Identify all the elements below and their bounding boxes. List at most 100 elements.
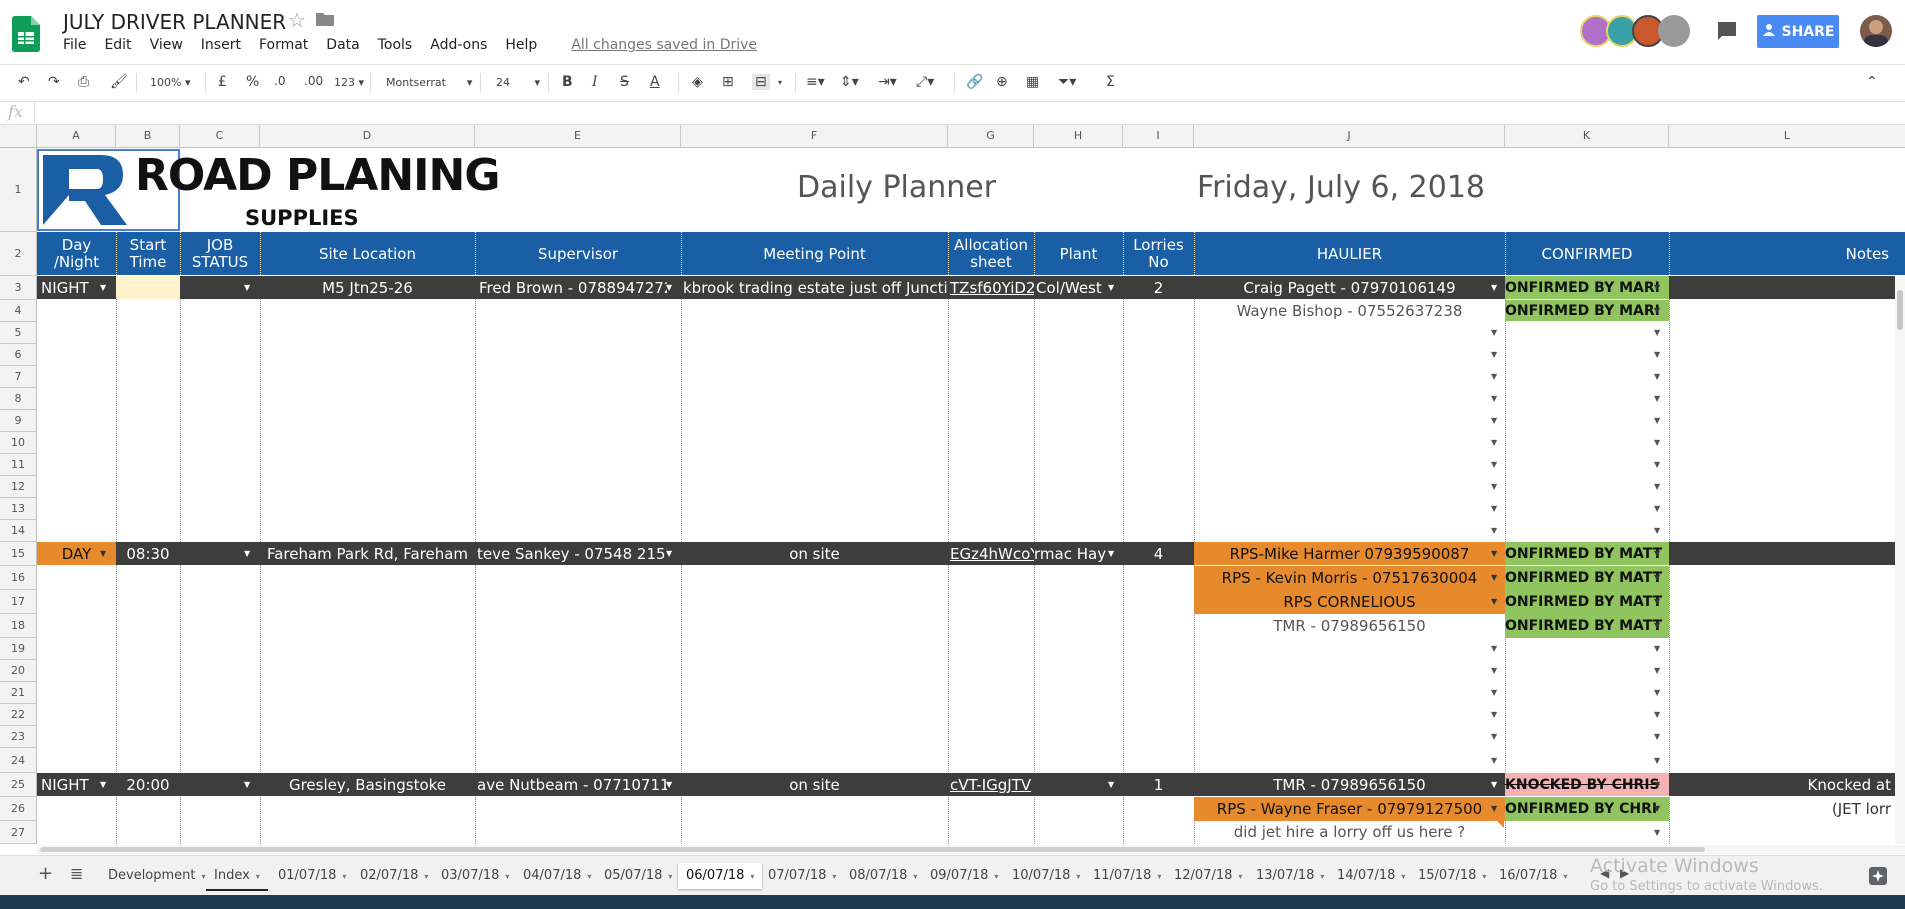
menu-view[interactable]: View bbox=[150, 37, 183, 53]
share-button[interactable]: SHARE bbox=[1757, 15, 1839, 48]
row-header[interactable]: 17 bbox=[0, 590, 37, 614]
meeting-point-cell[interactable]: kbrook trading estate just off Junction bbox=[681, 276, 948, 299]
bold-icon[interactable]: B bbox=[562, 74, 573, 90]
supervisor-select[interactable]: teve Sankey - 07548 21579 bbox=[475, 542, 667, 565]
start-time-cell[interactable]: 08:30 bbox=[116, 542, 180, 565]
column-header[interactable]: B bbox=[116, 125, 180, 147]
row-header[interactable]: 5 bbox=[0, 322, 37, 344]
row-header[interactable]: 8 bbox=[0, 388, 37, 410]
increase-decimal-button[interactable]: .00 bbox=[304, 74, 323, 88]
menu-help[interactable]: Help bbox=[505, 37, 537, 53]
fill-color-icon[interactable]: ◈ bbox=[692, 74, 703, 90]
font-family-select[interactable]: Montserrat ▾ bbox=[386, 76, 472, 89]
save-status[interactable]: All changes saved in Drive bbox=[571, 37, 757, 53]
sheet-tab[interactable]: 05/07/18 ▾ bbox=[596, 863, 680, 889]
menu-edit[interactable]: Edit bbox=[104, 37, 131, 53]
column-header[interactable]: A bbox=[37, 125, 116, 147]
confirmed-select[interactable]: KNOCKED BY CHRIS bbox=[1505, 773, 1669, 796]
decrease-decimal-button[interactable]: .0 bbox=[274, 74, 285, 88]
allocation-sheet-link[interactable]: TZsf60YiD2 bbox=[948, 276, 1034, 299]
meeting-point-cell[interactable]: on site bbox=[681, 773, 948, 796]
plant-select[interactable] bbox=[1034, 773, 1108, 796]
row-header[interactable]: 14 bbox=[0, 520, 37, 542]
sheet-tab[interactable]: Index ▾ bbox=[206, 863, 268, 891]
menu-insert[interactable]: Insert bbox=[201, 37, 241, 53]
haulier-select[interactable]: Craig Pagett - 07970106149 bbox=[1194, 276, 1505, 299]
text-rotate-icon[interactable]: ⤢▾ bbox=[916, 74, 934, 90]
column-header[interactable]: C bbox=[180, 125, 260, 147]
confirmed-select[interactable]: ONFIRMED BY MATT bbox=[1505, 614, 1669, 638]
sheet-tab[interactable]: Development ▾ bbox=[100, 863, 214, 889]
sheet-tab[interactable]: 01/07/18 ▾ bbox=[270, 863, 354, 889]
haulier-select[interactable]: Wayne Bishop - 07552637238 bbox=[1194, 300, 1505, 321]
row-header[interactable]: 20 bbox=[0, 660, 37, 682]
column-header[interactable]: K bbox=[1505, 125, 1669, 147]
vertical-align-icon[interactable]: ⇕▾ bbox=[840, 74, 859, 90]
strikethrough-icon[interactable]: S bbox=[620, 74, 629, 90]
row-header[interactable]: 9 bbox=[0, 410, 37, 432]
column-header[interactable]: G bbox=[948, 125, 1034, 147]
allocation-sheet-link[interactable]: cVT-IGgJTV bbox=[948, 773, 1034, 796]
row-header[interactable]: 19 bbox=[0, 638, 37, 660]
filter-icon[interactable]: ⏷▾ bbox=[1058, 74, 1076, 90]
row-header[interactable]: 2 bbox=[0, 232, 37, 276]
more-formats-select[interactable]: 123 ▾ bbox=[334, 76, 364, 89]
sheet-tab[interactable]: 03/07/18 ▾ bbox=[433, 863, 517, 889]
start-time-cell[interactable] bbox=[116, 276, 180, 299]
borders-icon[interactable]: ⊞ bbox=[722, 74, 734, 90]
print-icon[interactable]: ⎙ bbox=[78, 74, 89, 90]
percent-format-button[interactable]: % bbox=[246, 74, 259, 90]
column-header[interactable]: E bbox=[475, 125, 681, 147]
column-header[interactable]: F bbox=[681, 125, 948, 147]
notes-cell[interactable]: (JET lorr bbox=[1669, 797, 1895, 821]
row-header[interactable]: 27 bbox=[0, 821, 37, 844]
menu-data[interactable]: Data bbox=[326, 37, 359, 53]
haulier-select[interactable]: RPS CORNELIOUS bbox=[1194, 590, 1505, 614]
insert-comment-icon[interactable]: ⊕ bbox=[996, 74, 1008, 90]
column-header[interactable]: J bbox=[1194, 125, 1505, 147]
header-lorries-no[interactable]: Lorries No bbox=[1123, 232, 1194, 275]
currency-format-button[interactable]: £ bbox=[218, 74, 227, 90]
header-site-location[interactable]: Site Location bbox=[260, 232, 475, 275]
site-location-cell[interactable]: Gresley, Basingstoke bbox=[260, 773, 475, 796]
haulier-select[interactable]: RPS - Kevin Morris - 07517630004 bbox=[1194, 566, 1505, 590]
sheet-tab[interactable]: 09/07/18 ▾ bbox=[922, 863, 1006, 889]
row-header[interactable]: 10 bbox=[0, 432, 37, 454]
row-header[interactable]: 21 bbox=[0, 682, 37, 704]
zoom-select[interactable]: 100% ▾ bbox=[150, 76, 190, 89]
menu-file[interactable]: File bbox=[63, 37, 86, 53]
user-profile-avatar[interactable] bbox=[1860, 15, 1892, 47]
row-header[interactable]: 15 bbox=[0, 542, 37, 566]
header-supervisor[interactable]: Supervisor bbox=[475, 232, 681, 275]
plant-select[interactable]: Col/West bbox=[1034, 276, 1108, 299]
haulier-select[interactable]: did jet hire a lorry off us here ? bbox=[1194, 821, 1505, 843]
document-title[interactable]: JULY DRIVER PLANNER bbox=[63, 10, 286, 34]
row-header[interactable]: 16 bbox=[0, 566, 37, 590]
menu-format[interactable]: Format bbox=[259, 37, 308, 53]
row-header[interactable]: 7 bbox=[0, 366, 37, 388]
redo-icon[interactable]: ↷ bbox=[48, 74, 60, 90]
haulier-select[interactable]: RPS - Wayne Fraser - 07979127500 bbox=[1194, 797, 1505, 821]
horizontal-scroll-thumb[interactable] bbox=[40, 847, 1705, 852]
lorries-count-cell[interactable]: 4 bbox=[1123, 542, 1194, 565]
all-sheets-icon[interactable]: ≣ bbox=[70, 864, 83, 883]
sheet-tab[interactable]: 02/07/18 ▾ bbox=[352, 863, 436, 889]
row-header[interactable]: 6 bbox=[0, 344, 37, 366]
menu-tools[interactable]: Tools bbox=[378, 37, 413, 53]
notes-cell[interactable]: Knocked at bbox=[1669, 773, 1895, 796]
sheet-tab[interactable]: 04/07/18 ▾ bbox=[515, 863, 599, 889]
sheet-tab[interactable]: 11/07/18 ▾ bbox=[1085, 863, 1169, 889]
sheet-tab[interactable]: 15/07/18 ▾ bbox=[1410, 863, 1494, 889]
sheet-tab[interactable]: 16/07/18 ▾ bbox=[1491, 863, 1575, 889]
confirmed-select[interactable]: ONFIRMED BY MARI bbox=[1505, 300, 1669, 321]
merge-dropdown-icon[interactable]: ▾ bbox=[778, 78, 782, 87]
sheet-tab[interactable]: 13/07/18 ▾ bbox=[1248, 863, 1332, 889]
horizontal-align-icon[interactable]: ≡▾ bbox=[806, 74, 825, 90]
row-header[interactable]: 18 bbox=[0, 614, 37, 638]
more-collaborators-icon[interactable] bbox=[1658, 15, 1690, 47]
sheet-tab-active[interactable]: 06/07/18 ▾ bbox=[678, 863, 763, 889]
confirmed-select[interactable]: ONFIRMED BY MARI bbox=[1505, 276, 1669, 299]
vertical-scrollbar[interactable] bbox=[1895, 276, 1905, 844]
row-header[interactable]: 1 bbox=[0, 148, 37, 232]
header-notes[interactable]: Notes bbox=[1669, 232, 1895, 275]
